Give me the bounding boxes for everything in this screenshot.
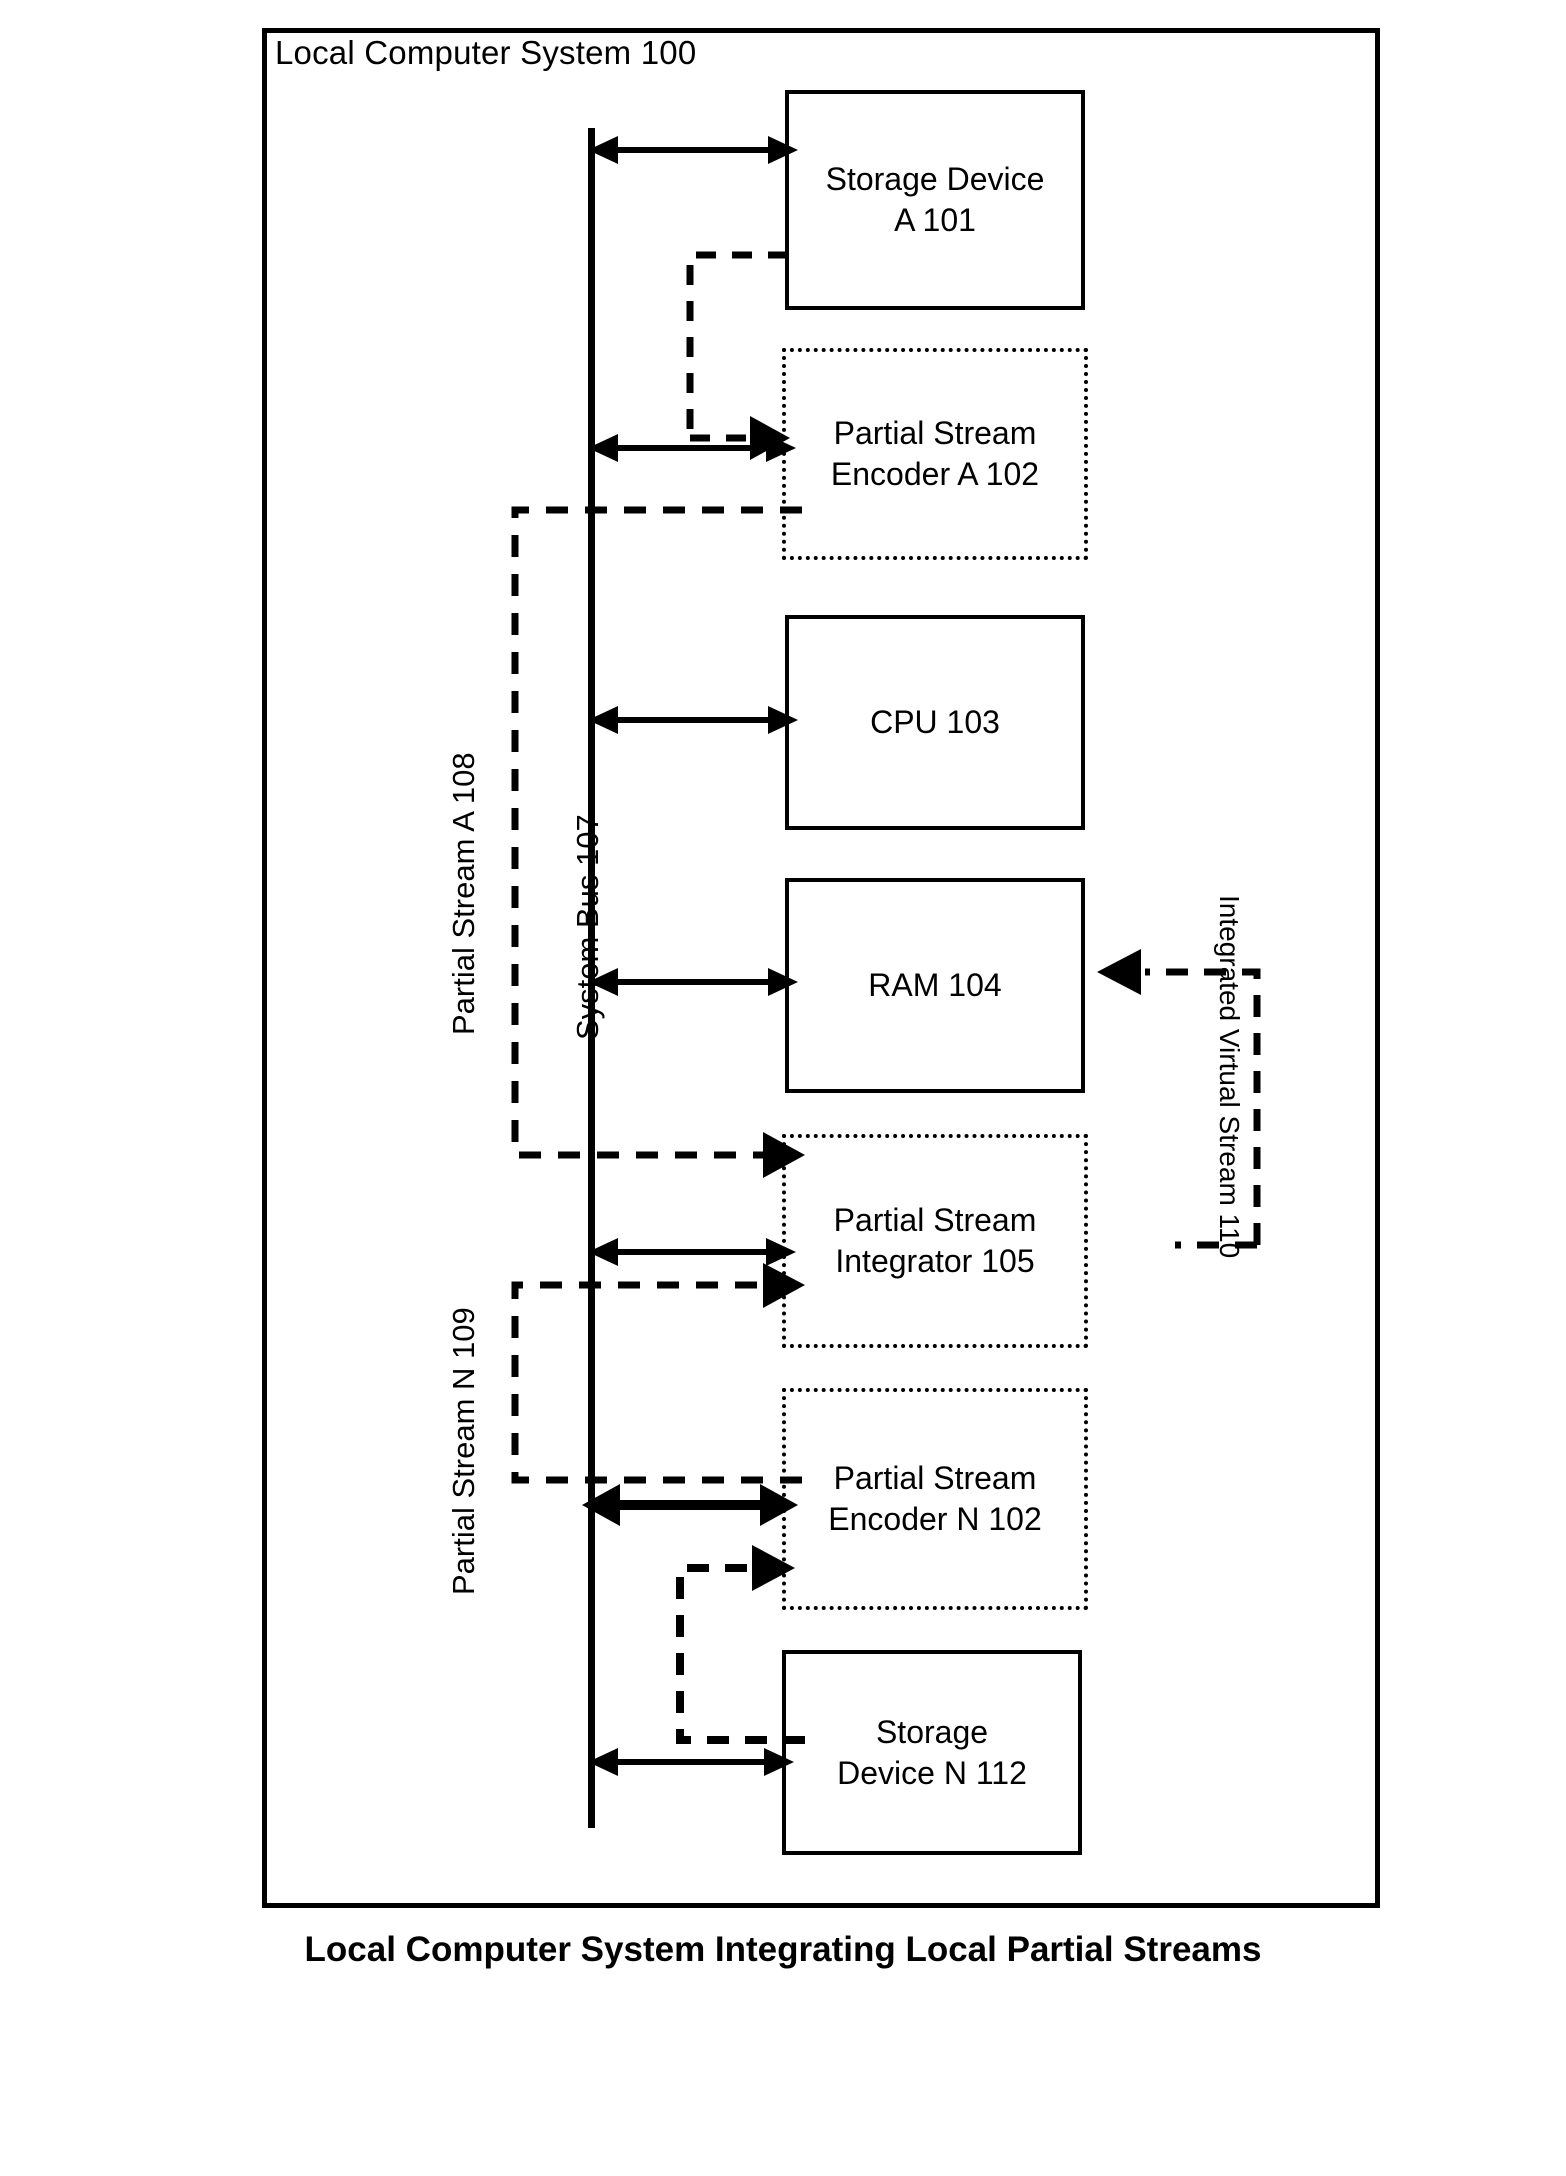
block-cpu-line1: CPU 103 [870, 704, 1000, 741]
block-partial-stream-encoder-n: Partial Stream Encoder N 102 [782, 1388, 1088, 1610]
path-storage-n-to-encoder-n [660, 1545, 820, 1750]
block-storage-device-a-line1: Storage Device [825, 161, 1045, 198]
figure-caption: Local Computer System Integrating Local … [304, 1930, 1262, 1969]
block-partial-stream-integrator-line1: Partial Stream [833, 1202, 1037, 1239]
block-partial-stream-integrator: Partial Stream Integrator 105 [782, 1134, 1088, 1348]
figure-page: Local Computer System 100 System Bus 107… [0, 0, 1566, 2176]
block-partial-stream-encoder-n-line2: Encoder N 102 [828, 1501, 1042, 1537]
connector-bus-storage-device-a [588, 120, 798, 180]
block-ram: RAM 104 [785, 878, 1085, 1093]
partial-stream-n-label: Partial Stream N 109 [446, 1307, 481, 1595]
block-storage-device-n-line1: Storage [875, 1713, 989, 1750]
block-partial-stream-encoder-n-line1: Partial Stream [833, 1460, 1037, 1497]
block-partial-stream-encoder-a-line2: Encoder A 102 [830, 456, 1040, 492]
block-ram-line1: RAM 104 [868, 967, 1002, 1004]
block-partial-stream-encoder-a: Partial Stream Encoder A 102 [782, 348, 1088, 560]
block-storage-device-n-line2: Device N 112 [837, 1754, 1027, 1791]
partial-stream-a-label: Partial Stream A 108 [446, 752, 481, 1035]
block-storage-device-a-line2: A 101 [894, 202, 976, 238]
block-storage-device-a: Storage Device A 101 [785, 90, 1085, 310]
path-storage-a-to-encoder-a [680, 245, 810, 460]
block-partial-stream-encoder-a-line1: Partial Stream [833, 415, 1037, 452]
block-storage-device-n: Storage Device N 112 [782, 1650, 1082, 1855]
path-integrated-virtual-stream-to-ram [1085, 949, 1265, 1255]
frame-title: Local Computer System 100 [275, 34, 697, 71]
block-partial-stream-integrator-line2: Integrator 105 [835, 1243, 1035, 1279]
block-cpu: CPU 103 [785, 615, 1085, 830]
path-partial-stream-n-to-integrator [505, 1263, 805, 1490]
path-partial-stream-a-to-integrator [505, 500, 805, 1180]
